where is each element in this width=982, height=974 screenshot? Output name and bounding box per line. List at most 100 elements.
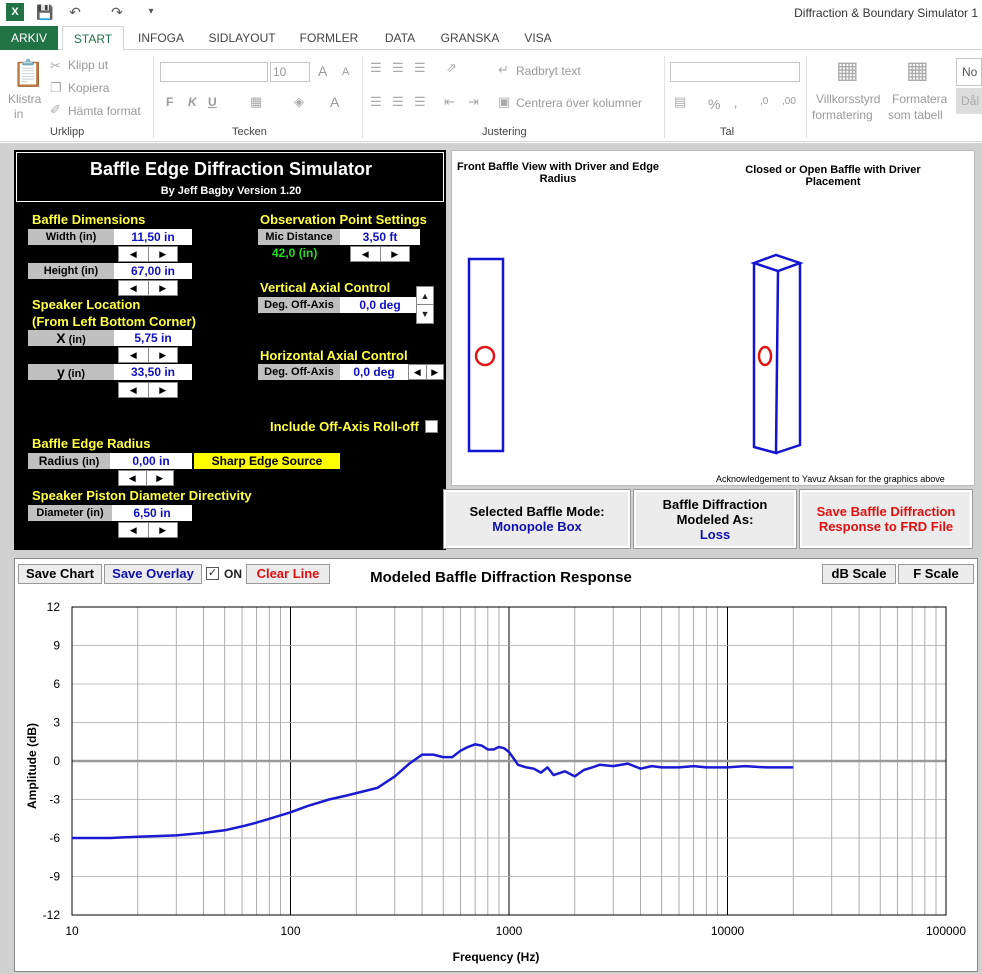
conditional-format-icon[interactable]: ▦ [836, 56, 859, 85]
save-frd-button[interactable]: Save Baffle Diffraction Response to FRD … [799, 489, 973, 549]
x-value[interactable]: 5,75 in [114, 330, 192, 346]
customize-quick-access-icon[interactable]: ▾ [142, 3, 160, 21]
observation-settings-heading: Observation Point Settings [260, 212, 427, 227]
paste-icon[interactable]: 📋 [12, 58, 44, 89]
horizontal-offaxis-value[interactable]: 0,0 deg [340, 364, 408, 380]
y-value[interactable]: 33,50 in [114, 364, 192, 380]
tab-sidlayout[interactable]: SIDLAYOUT [200, 26, 284, 50]
spin-right-icon[interactable]: ▶ [147, 247, 178, 261]
currency-icon[interactable]: ▤ [674, 94, 686, 110]
decrease-decimal-button[interactable]: ,00 [782, 96, 796, 107]
redo-icon[interactable]: ↷ [108, 3, 126, 21]
paste-label-2[interactable]: in [14, 107, 23, 121]
borders-icon[interactable]: ▦ [250, 94, 262, 110]
spin-left-icon[interactable]: ◀ [119, 348, 148, 362]
spin-right-icon[interactable]: ▶ [147, 348, 178, 362]
format-table-label[interactable]: Formatera [892, 92, 947, 106]
bold-button[interactable]: F [166, 95, 173, 109]
font-size-combo[interactable]: 10 [270, 62, 310, 82]
y-spinner[interactable]: ◀ ▶ [118, 382, 178, 398]
merge-center-button[interactable]: Centrera över kolumner [516, 96, 642, 110]
grow-font-button[interactable]: A [318, 63, 327, 79]
align-left-icon[interactable]: ☰ [370, 94, 382, 110]
spin-left-icon[interactable]: ◀ [351, 247, 380, 261]
copy-button[interactable]: Kopiera [68, 81, 109, 95]
tab-visa[interactable]: VISA [514, 26, 562, 50]
ribbon: 📋 Klistra in ✂ Klipp ut ❐ Kopiera ✐ Hämt… [0, 50, 982, 142]
height-spinner[interactable]: ◀ ▶ [118, 280, 178, 296]
align-middle-icon[interactable]: ☰ [392, 60, 404, 76]
spin-right-icon[interactable]: ▶ [147, 281, 178, 295]
underline-button[interactable]: U [208, 95, 217, 109]
align-center-icon[interactable]: ☰ [392, 94, 404, 110]
style-bad[interactable]: Dål [956, 88, 982, 114]
format-painter-button[interactable]: Hämta format [68, 104, 141, 118]
spin-right-icon[interactable]: ▶ [147, 523, 178, 537]
spin-left-icon[interactable]: ◀ [119, 523, 148, 537]
fill-color-icon[interactable]: ◈ [294, 94, 304, 110]
spin-left-icon[interactable]: ◀ [409, 365, 426, 379]
paste-label[interactable]: Klistra [8, 92, 41, 106]
y-tick-label: 6 [53, 677, 60, 691]
spin-left-icon[interactable]: ◀ [119, 383, 148, 397]
horizontal-spinner[interactable]: ◀ ▶ [408, 364, 444, 380]
width-value[interactable]: 11,50 in [114, 229, 192, 245]
selected-baffle-mode[interactable]: Selected Baffle Mode: Monopole Box [443, 489, 631, 549]
align-bottom-icon[interactable]: ☰ [414, 60, 426, 76]
x-spinner[interactable]: ◀ ▶ [118, 347, 178, 363]
comma-button[interactable]: ‚ [734, 94, 737, 110]
spin-right-icon[interactable]: ▶ [425, 365, 444, 379]
spin-right-icon[interactable]: ▶ [147, 383, 178, 397]
vertical-spinner[interactable]: ▲ ▼ [416, 286, 434, 324]
tab-data[interactable]: DATA [374, 26, 426, 50]
tab-infoga[interactable]: INFOGA [130, 26, 192, 50]
increase-decimal-button[interactable]: ,0 [760, 96, 768, 107]
orientation-icon[interactable]: ⇗ [446, 60, 457, 76]
format-table-label-2[interactable]: som tabell [888, 108, 943, 122]
save-icon[interactable]: 💾 [36, 3, 54, 21]
mic-distance-value[interactable]: 3,50 ft [340, 229, 420, 245]
increase-indent-icon[interactable]: ⇥ [468, 94, 479, 110]
rolloff-checkbox[interactable] [425, 420, 438, 433]
mic-distance-spinner[interactable]: ◀ ▶ [350, 246, 410, 262]
speaker-location-heading: Speaker Location [32, 297, 141, 312]
style-normal[interactable]: No [956, 58, 982, 86]
font-name-combo[interactable] [160, 62, 268, 82]
font-color-button[interactable]: A [330, 94, 339, 110]
spin-right-icon[interactable]: ▶ [145, 471, 174, 485]
vertical-offaxis-value[interactable]: 0,0 deg [340, 297, 420, 313]
spin-right-icon[interactable]: ▶ [379, 247, 410, 261]
spin-down-icon[interactable]: ▼ [417, 305, 433, 323]
speaker-location-subheading: (From Left Bottom Corner) [32, 314, 196, 329]
decrease-indent-icon[interactable]: ⇤ [444, 94, 455, 110]
format-table-icon[interactable]: ▦ [906, 56, 929, 85]
piston-heading: Speaker Piston Diameter Directivity [32, 488, 252, 503]
conditional-format-label-2[interactable]: formatering [812, 108, 873, 122]
wrap-text-button[interactable]: Radbryt text [516, 64, 581, 78]
align-right-icon[interactable]: ☰ [414, 94, 426, 110]
spin-left-icon[interactable]: ◀ [119, 247, 148, 261]
spin-left-icon[interactable]: ◀ [119, 471, 146, 485]
diffraction-model-mode[interactable]: Baffle Diffraction Modeled As: Loss [633, 489, 797, 549]
chart-title: Modeled Baffle Diffraction Response [370, 569, 632, 586]
number-format-combo[interactable] [670, 62, 800, 82]
shrink-font-button[interactable]: A [342, 66, 349, 78]
diameter-spinner[interactable]: ◀ ▶ [118, 522, 178, 538]
tab-start[interactable]: START [62, 26, 124, 51]
spin-up-icon[interactable]: ▲ [417, 287, 433, 305]
conditional-format-label[interactable]: Villkorsstyrd [816, 92, 880, 106]
cut-button[interactable]: Klipp ut [68, 58, 108, 72]
percent-button[interactable]: % [708, 96, 720, 112]
align-top-icon[interactable]: ☰ [370, 60, 382, 76]
width-spinner[interactable]: ◀ ▶ [118, 246, 178, 262]
height-value[interactable]: 67,00 in [114, 263, 192, 279]
tab-granska[interactable]: GRANSKA [436, 26, 504, 50]
italic-button[interactable]: K [188, 95, 197, 109]
tab-arkiv[interactable]: ARKIV [0, 26, 58, 50]
radius-value[interactable]: 0,00 in [110, 453, 192, 469]
undo-icon[interactable]: ↶ [66, 3, 84, 21]
radius-spinner[interactable]: ◀ ▶ [118, 470, 174, 486]
tab-formler[interactable]: FORMLER [294, 26, 364, 50]
spin-left-icon[interactable]: ◀ [119, 281, 148, 295]
diameter-value[interactable]: 6,50 in [112, 505, 192, 521]
